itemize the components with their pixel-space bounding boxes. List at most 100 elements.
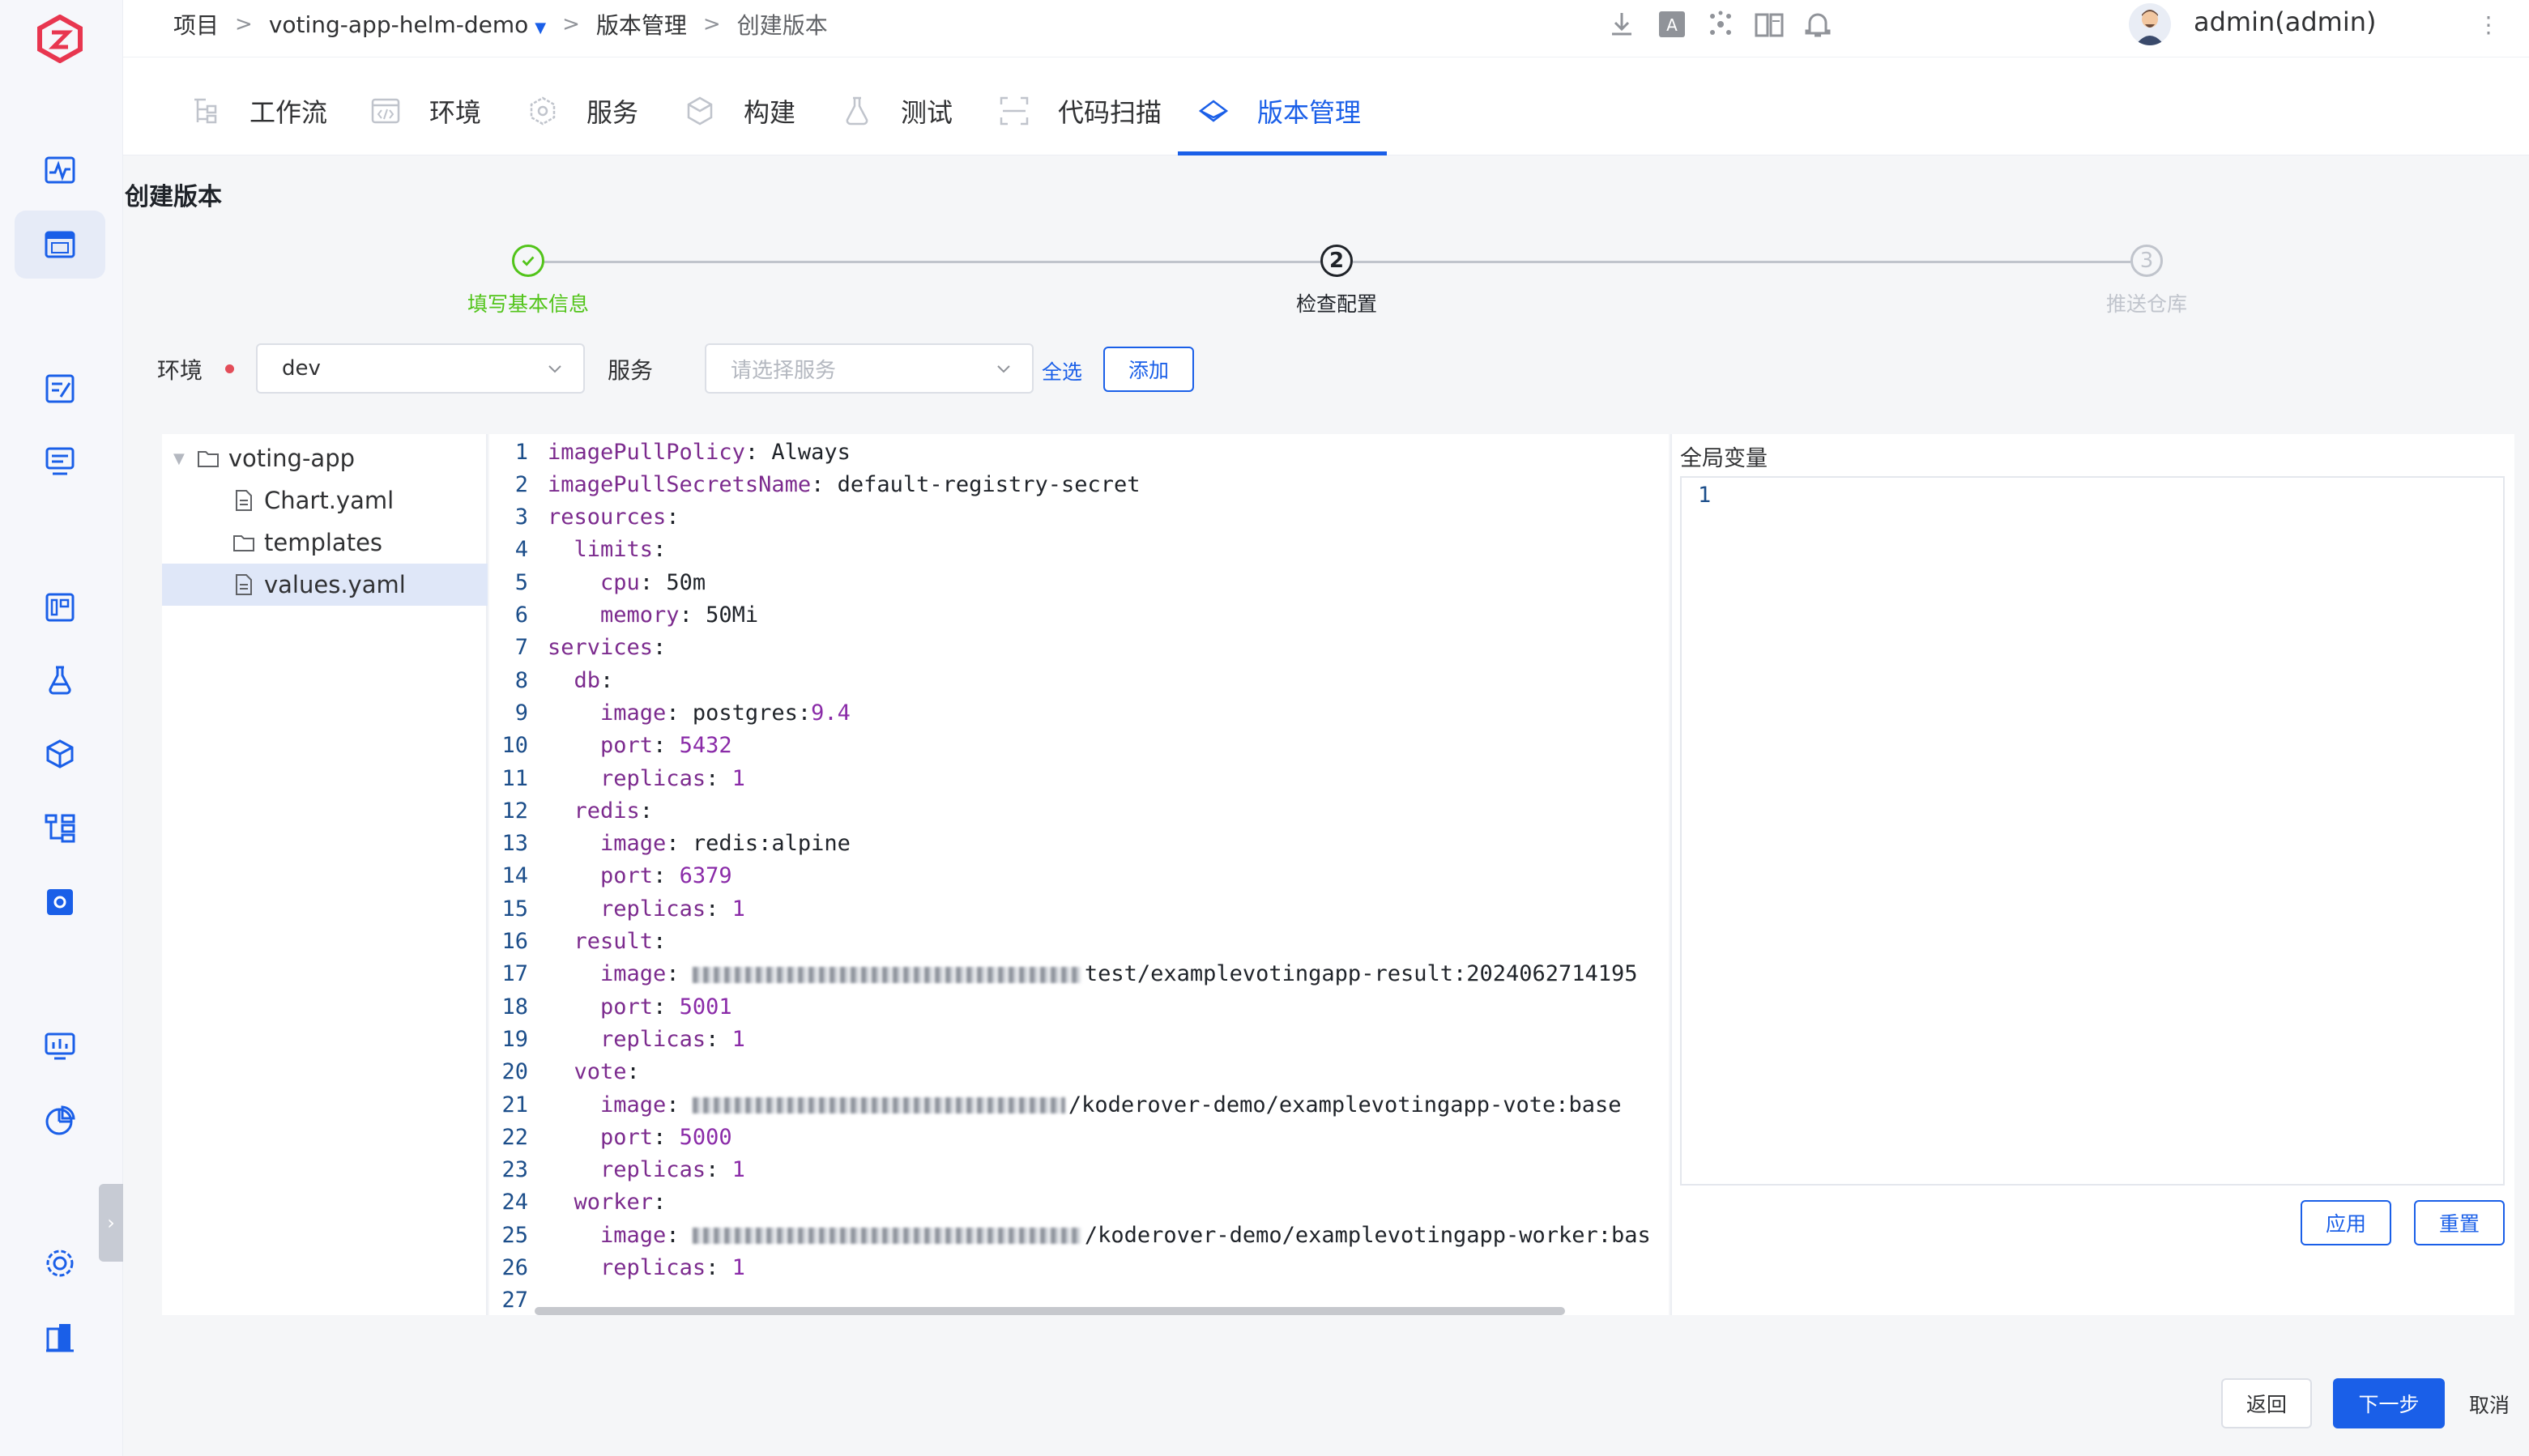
user-avatar[interactable] bbox=[2129, 3, 2171, 45]
code-text: cpu: 50m bbox=[548, 570, 706, 595]
tab-environment-label: 环境 bbox=[429, 97, 482, 128]
notification-bell-icon[interactable] bbox=[1802, 8, 1834, 40]
back-button[interactable]: 返回 bbox=[2221, 1378, 2312, 1428]
yaml-value: test/examplevotingapp-result:20240627141… bbox=[1084, 961, 1638, 987]
code-text: image: /koderover-demo/examplevotingapp-… bbox=[548, 1092, 1622, 1118]
code-text: vote: bbox=[548, 1059, 653, 1084]
breadcrumb-app-selector[interactable]: voting-app-helm-demo ▼ bbox=[269, 11, 546, 38]
code-line: 10 port: 5432 bbox=[489, 730, 731, 762]
breadcrumb-separator: > bbox=[702, 12, 721, 36]
tab-workflow[interactable]: 工作流 bbox=[190, 87, 327, 135]
download-icon[interactable] bbox=[1606, 8, 1638, 40]
breadcrumb-section[interactable]: 版本管理 bbox=[596, 8, 687, 40]
next-step-button[interactable]: 下一步 bbox=[2333, 1378, 2445, 1428]
line-number: 9 bbox=[514, 700, 528, 726]
pie-chart-icon[interactable] bbox=[41, 1101, 79, 1140]
reset-button[interactable]: 重置 bbox=[2414, 1200, 2505, 1245]
breadcrumb-app-label: voting-app-helm-demo bbox=[268, 11, 529, 38]
code-text: replicas: 1 bbox=[548, 896, 745, 922]
resource-tree-icon[interactable] bbox=[41, 808, 79, 847]
line-number: 22 bbox=[501, 1124, 528, 1150]
test-flask-icon[interactable] bbox=[41, 661, 79, 700]
template-library-icon[interactable] bbox=[41, 442, 79, 481]
tree-label: values.yaml bbox=[264, 571, 406, 598]
line-number: 5 bbox=[514, 569, 528, 595]
yaml-value: default-registry-secret bbox=[837, 471, 1141, 497]
yaml-number: 5001 bbox=[679, 994, 732, 1020]
system-settings-icon[interactable] bbox=[41, 883, 79, 922]
tab-environment[interactable]: 环境 bbox=[369, 87, 481, 135]
more-menu-icon[interactable]: ⋮ bbox=[2477, 11, 2500, 38]
sidebar-collapse-toggle[interactable]: › bbox=[99, 1184, 123, 1262]
username[interactable]: admin(admin) bbox=[2194, 6, 2377, 37]
tree-file-values[interactable]: values.yaml bbox=[162, 564, 488, 606]
required-marker bbox=[225, 364, 234, 373]
line-number: 14 bbox=[501, 863, 528, 889]
project-management-icon[interactable] bbox=[41, 225, 79, 264]
step-connector bbox=[1353, 261, 2130, 263]
apply-button[interactable]: 应用 bbox=[2301, 1200, 2391, 1245]
tab-version[interactable]: 版本管理 bbox=[1197, 87, 1361, 135]
code-line: 16 result: bbox=[489, 926, 680, 958]
monitor-icon[interactable] bbox=[41, 1027, 79, 1066]
plugin-dots-icon[interactable] bbox=[1704, 8, 1737, 40]
breadcrumb-project[interactable]: 项目 bbox=[173, 8, 219, 40]
yaml-key: image bbox=[600, 831, 667, 857]
code-text: replicas: 1 bbox=[548, 766, 745, 791]
code-text: port: 6379 bbox=[548, 863, 732, 888]
chevron-down-icon bbox=[997, 365, 1010, 373]
service-select[interactable]: 请选择服务 bbox=[705, 343, 1034, 394]
line-number: 19 bbox=[501, 1026, 528, 1052]
tree-folder-templates[interactable]: templates bbox=[162, 522, 488, 564]
global-vars-editor[interactable]: 1 bbox=[1680, 476, 2505, 1186]
expand-caret-icon[interactable]: ▼ bbox=[173, 450, 185, 467]
select-all-button[interactable]: 全选 bbox=[1042, 356, 1082, 385]
zadig-logo-icon[interactable] bbox=[36, 15, 84, 63]
translate-icon[interactable]: A bbox=[1656, 8, 1688, 40]
horizontal-scrollbar[interactable] bbox=[535, 1307, 1565, 1315]
docs-book-icon[interactable] bbox=[1753, 8, 1785, 40]
enterprise-building-icon[interactable] bbox=[41, 1318, 79, 1357]
data-view-icon[interactable] bbox=[41, 588, 79, 627]
step-1-check-icon bbox=[512, 245, 544, 277]
env-select[interactable]: dev bbox=[256, 343, 585, 394]
yaml-key: port bbox=[600, 1124, 654, 1150]
cancel-button[interactable]: 取消 bbox=[2469, 1390, 2510, 1419]
artifact-box-icon[interactable] bbox=[41, 735, 79, 774]
yaml-key: redis bbox=[574, 798, 640, 824]
line-number: 16 bbox=[501, 929, 528, 954]
folder-icon bbox=[233, 535, 254, 551]
service-select-placeholder: 请选择服务 bbox=[731, 358, 837, 383]
yaml-key: port bbox=[600, 994, 654, 1020]
tab-version-label: 版本管理 bbox=[1257, 97, 1362, 128]
code-line: 8 db: bbox=[489, 664, 627, 696]
yaml-code-editor[interactable]: 1 imagePullPolicy: Always 2 imagePullSecret… bbox=[489, 434, 1669, 1315]
tab-service[interactable]: 服务 bbox=[527, 87, 638, 135]
tab-code-scan[interactable]: 代码扫描 bbox=[998, 87, 1162, 135]
code-line: 18 port: 5001 bbox=[489, 990, 732, 1023]
line-number: 1 bbox=[1698, 483, 1712, 508]
gear-icon[interactable] bbox=[41, 1244, 79, 1283]
code-text: image: postgres:9.4 bbox=[548, 700, 851, 726]
line-number: 25 bbox=[501, 1222, 528, 1248]
code-line: 3 resources: bbox=[489, 501, 693, 534]
release-plan-icon[interactable] bbox=[41, 369, 79, 408]
add-button[interactable]: 添加 bbox=[1103, 347, 1194, 392]
step-2-label: 检查配置 bbox=[1295, 292, 1377, 316]
tab-service-label: 服务 bbox=[586, 97, 639, 128]
tree-folder-voting-app[interactable]: ▼ voting-app bbox=[162, 437, 488, 479]
code-line: 13 image: redis:alpine bbox=[489, 828, 850, 860]
redacted-registry bbox=[692, 1097, 1065, 1113]
tab-test[interactable]: 测试 bbox=[841, 87, 953, 135]
yaml-value: 50m bbox=[666, 569, 706, 595]
tree-label: templates bbox=[264, 529, 383, 556]
step-1-label: 填写基本信息 bbox=[467, 292, 589, 316]
tab-build[interactable]: 构建 bbox=[684, 87, 795, 135]
tree-file-chart[interactable]: Chart.yaml bbox=[162, 479, 488, 522]
dashboard-icon[interactable] bbox=[41, 151, 79, 189]
